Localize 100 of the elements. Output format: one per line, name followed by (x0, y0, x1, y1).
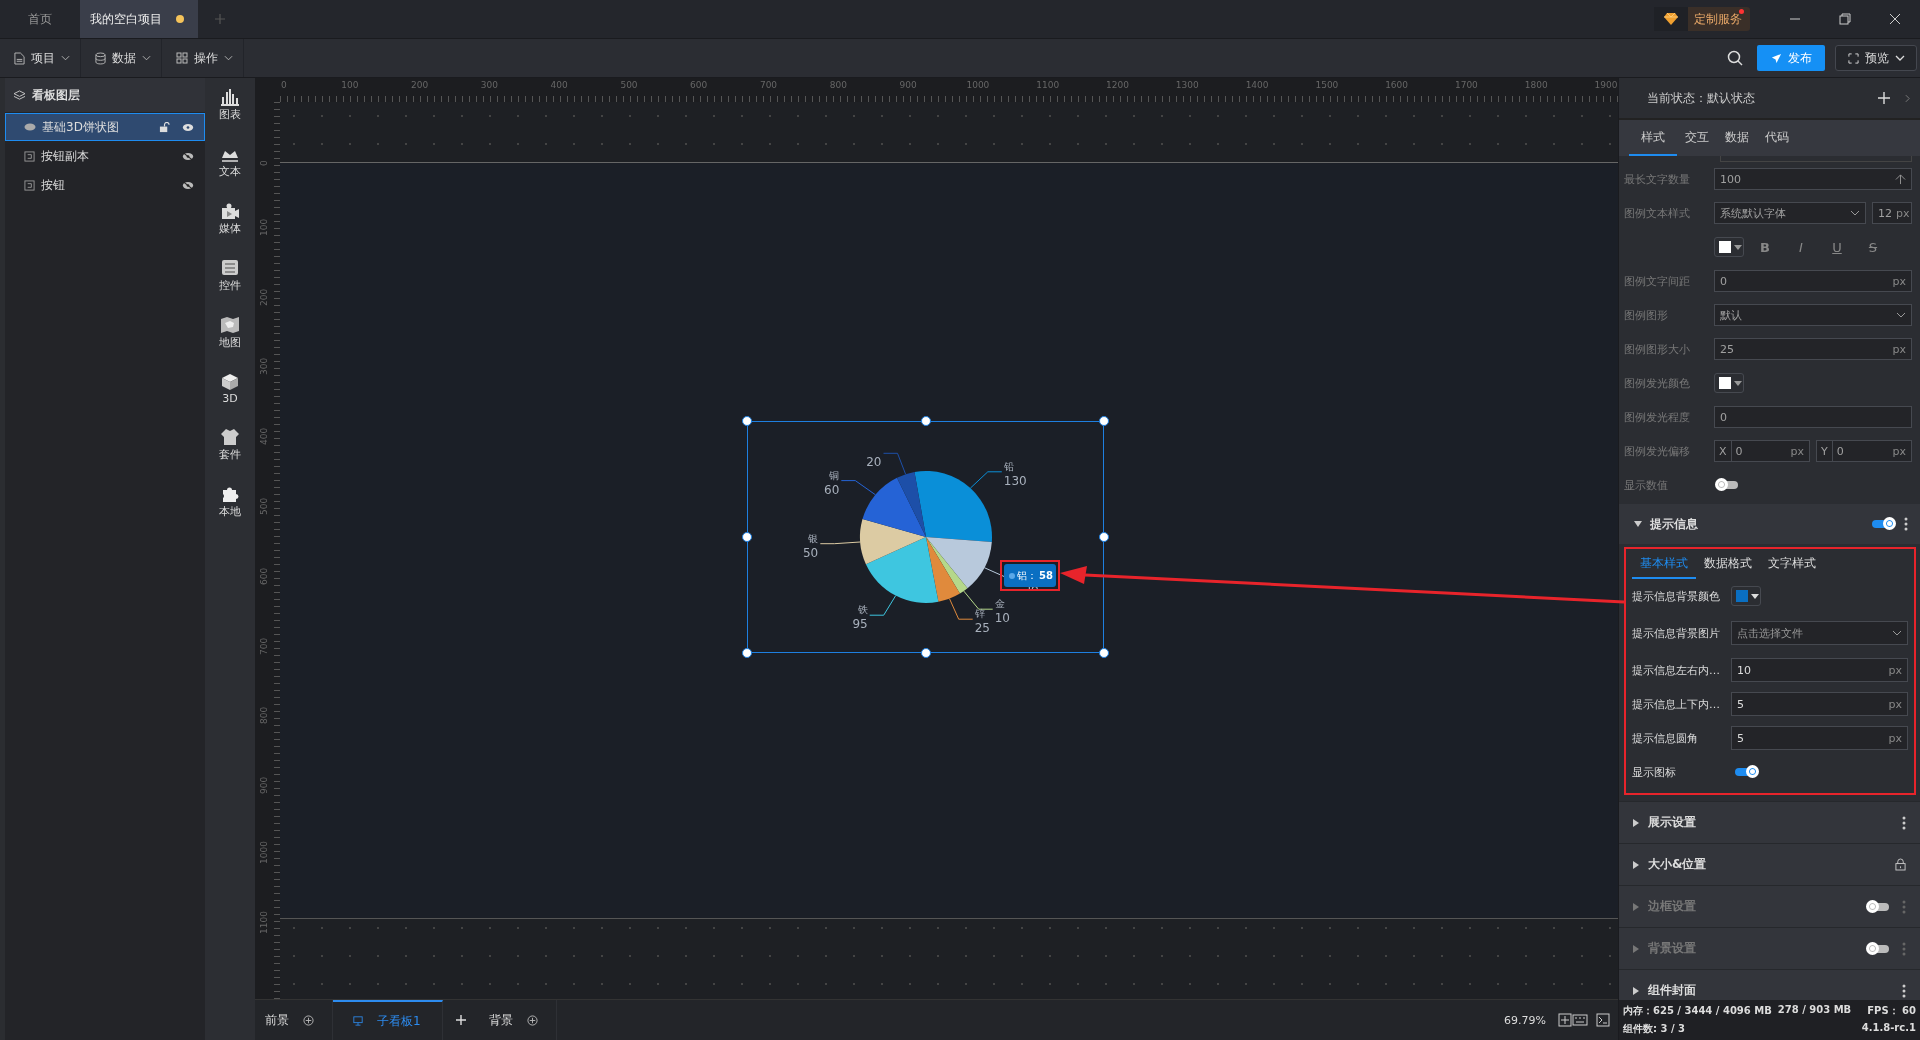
component-category[interactable]: 文本 (219, 145, 241, 179)
number-field[interactable]: 0 (1714, 406, 1912, 428)
more-icon[interactable] (1902, 815, 1906, 830)
sub-tab[interactable]: 基本样式 (1632, 555, 1696, 579)
resize-handle[interactable] (742, 648, 752, 658)
component-category[interactable]: 图表 (219, 88, 241, 122)
add-icon[interactable] (1877, 91, 1891, 105)
component-category[interactable]: 3D (220, 373, 240, 405)
toggle-switch[interactable] (1869, 944, 1889, 953)
layer-item[interactable]: 基础3D饼状图 (5, 113, 205, 141)
add-circle-icon[interactable] (527, 1014, 538, 1026)
close-icon[interactable] (1889, 13, 1901, 25)
panel-tab[interactable]: 样式 (1629, 129, 1677, 156)
project-tab[interactable]: 我的空白项目 (80, 0, 198, 38)
input-field[interactable] (1720, 156, 1912, 162)
menu-button[interactable]: 项目 (0, 39, 81, 77)
sub-tab[interactable]: 数据格式 (1696, 555, 1760, 579)
restore-icon[interactable] (1839, 13, 1851, 25)
component-category[interactable]: 本地 (219, 485, 241, 519)
custom-service-button[interactable]: 定制服务 (1654, 7, 1750, 31)
component-category[interactable]: 控件 (219, 259, 241, 293)
project-tab[interactable]: 首页 (0, 0, 80, 38)
category-label: 地图 (219, 335, 241, 350)
sub-tab[interactable]: 文字样式 (1760, 555, 1824, 579)
component-category[interactable]: 套件 (219, 428, 241, 462)
board-tab[interactable]: 子看板1 (333, 1000, 443, 1040)
ruler-label: 600 (690, 80, 708, 90)
number-field[interactable]: 10 px (1731, 658, 1908, 682)
color-picker[interactable] (1714, 237, 1744, 257)
text-style-toggle[interactable]: I (1786, 239, 1816, 255)
preview-button[interactable]: 预览 (1835, 45, 1917, 71)
search-icon[interactable] (1727, 50, 1743, 66)
chevron-down-icon (1892, 630, 1902, 636)
settings-section[interactable]: 组件封面 (1619, 969, 1920, 1000)
toggle-switch[interactable] (1869, 902, 1889, 911)
resize-handle[interactable] (1099, 416, 1109, 426)
slice-label: 铁 (857, 604, 868, 616)
number-field[interactable]: 5 px (1731, 726, 1908, 750)
fit-screen-icon[interactable] (1558, 1013, 1572, 1027)
screen-icon (353, 1016, 363, 1026)
ruler-label: 1600 (1385, 80, 1409, 90)
component-category[interactable]: 地图 (219, 316, 241, 350)
font-select[interactable]: 系统默认字体 (1714, 202, 1866, 224)
board-tab[interactable]: 背景 (479, 1000, 557, 1040)
puzzle-icon (220, 485, 240, 503)
file-select[interactable]: 点击选择文件 (1731, 621, 1908, 645)
eye-icon[interactable] (182, 122, 194, 132)
selection-frame[interactable] (747, 421, 1104, 653)
property-label: 图例发光颜色 (1624, 375, 1691, 391)
property-label: 图例图形大小 (1624, 341, 1691, 357)
settings-section[interactable]: 展示设置 (1619, 801, 1920, 843)
panel-tab[interactable]: 数据 (1717, 129, 1757, 156)
text-style-toggle[interactable]: B (1750, 239, 1780, 255)
layer-item[interactable]: 按钮副本 (5, 142, 205, 170)
font-size-field[interactable]: 12 px (1872, 202, 1912, 224)
more-icon[interactable] (1904, 517, 1908, 531)
panel-tab[interactable]: 交互 (1677, 129, 1717, 156)
number-field[interactable]: 25 px (1714, 338, 1912, 360)
resize-handle[interactable] (742, 416, 752, 426)
keyboard-icon[interactable] (1572, 1014, 1588, 1026)
toggle-switch[interactable] (1718, 481, 1738, 489)
layer-item[interactable]: 按钮 (5, 171, 205, 199)
leader-line (963, 590, 994, 610)
text-style-toggle[interactable]: U (1822, 239, 1852, 255)
select-field[interactable]: 默认 (1714, 304, 1912, 326)
caret-icon[interactable] (1634, 521, 1642, 527)
x-offset-field[interactable]: X 0 px (1714, 440, 1810, 462)
grid-icon (176, 52, 188, 64)
eye-slash-icon[interactable] (182, 180, 194, 190)
eye-slash-icon[interactable] (182, 151, 194, 161)
number-field[interactable]: 0 px (1714, 270, 1912, 292)
property-label: 图例发光偏移 (1624, 443, 1691, 459)
property-label: 最长文字数量 (1624, 171, 1691, 187)
color-picker[interactable] (1731, 586, 1761, 606)
ruler-label: 400 (550, 80, 568, 90)
resize-handle[interactable] (1099, 532, 1109, 542)
ruler-label: 900 (259, 776, 269, 795)
settings-section[interactable]: 大小&位置 (1619, 843, 1920, 885)
resize-handle[interactable] (1099, 648, 1109, 658)
menu-button[interactable]: 数据 (81, 39, 162, 77)
board-tab[interactable]: 前景 (255, 1000, 333, 1040)
number-field[interactable]: 100 (1714, 168, 1912, 190)
resize-handle[interactable] (920, 648, 931, 658)
arrow-up-icon[interactable] (1895, 173, 1906, 185)
color-picker[interactable] (1714, 373, 1744, 393)
number-field[interactable]: 5 px (1731, 692, 1908, 716)
lock-icon[interactable] (1895, 858, 1906, 871)
text-style-toggle[interactable]: S (1858, 239, 1888, 255)
panel-tab[interactable]: 代码 (1757, 129, 1797, 156)
add-board-icon[interactable] (455, 1014, 467, 1026)
more-icon[interactable] (1902, 983, 1906, 998)
component-category[interactable]: 媒体 (219, 202, 241, 236)
terminal-icon[interactable] (1596, 1013, 1610, 1027)
resize-handle[interactable] (920, 416, 931, 426)
menu-button[interactable]: 操作 (162, 39, 244, 77)
ruler-label: 800 (259, 707, 269, 725)
unlock-icon[interactable] (159, 121, 170, 133)
resize-handle[interactable] (742, 532, 752, 542)
y-offset-field[interactable]: Y 0 px (1816, 440, 1912, 462)
add-circle-icon[interactable] (303, 1014, 314, 1026)
